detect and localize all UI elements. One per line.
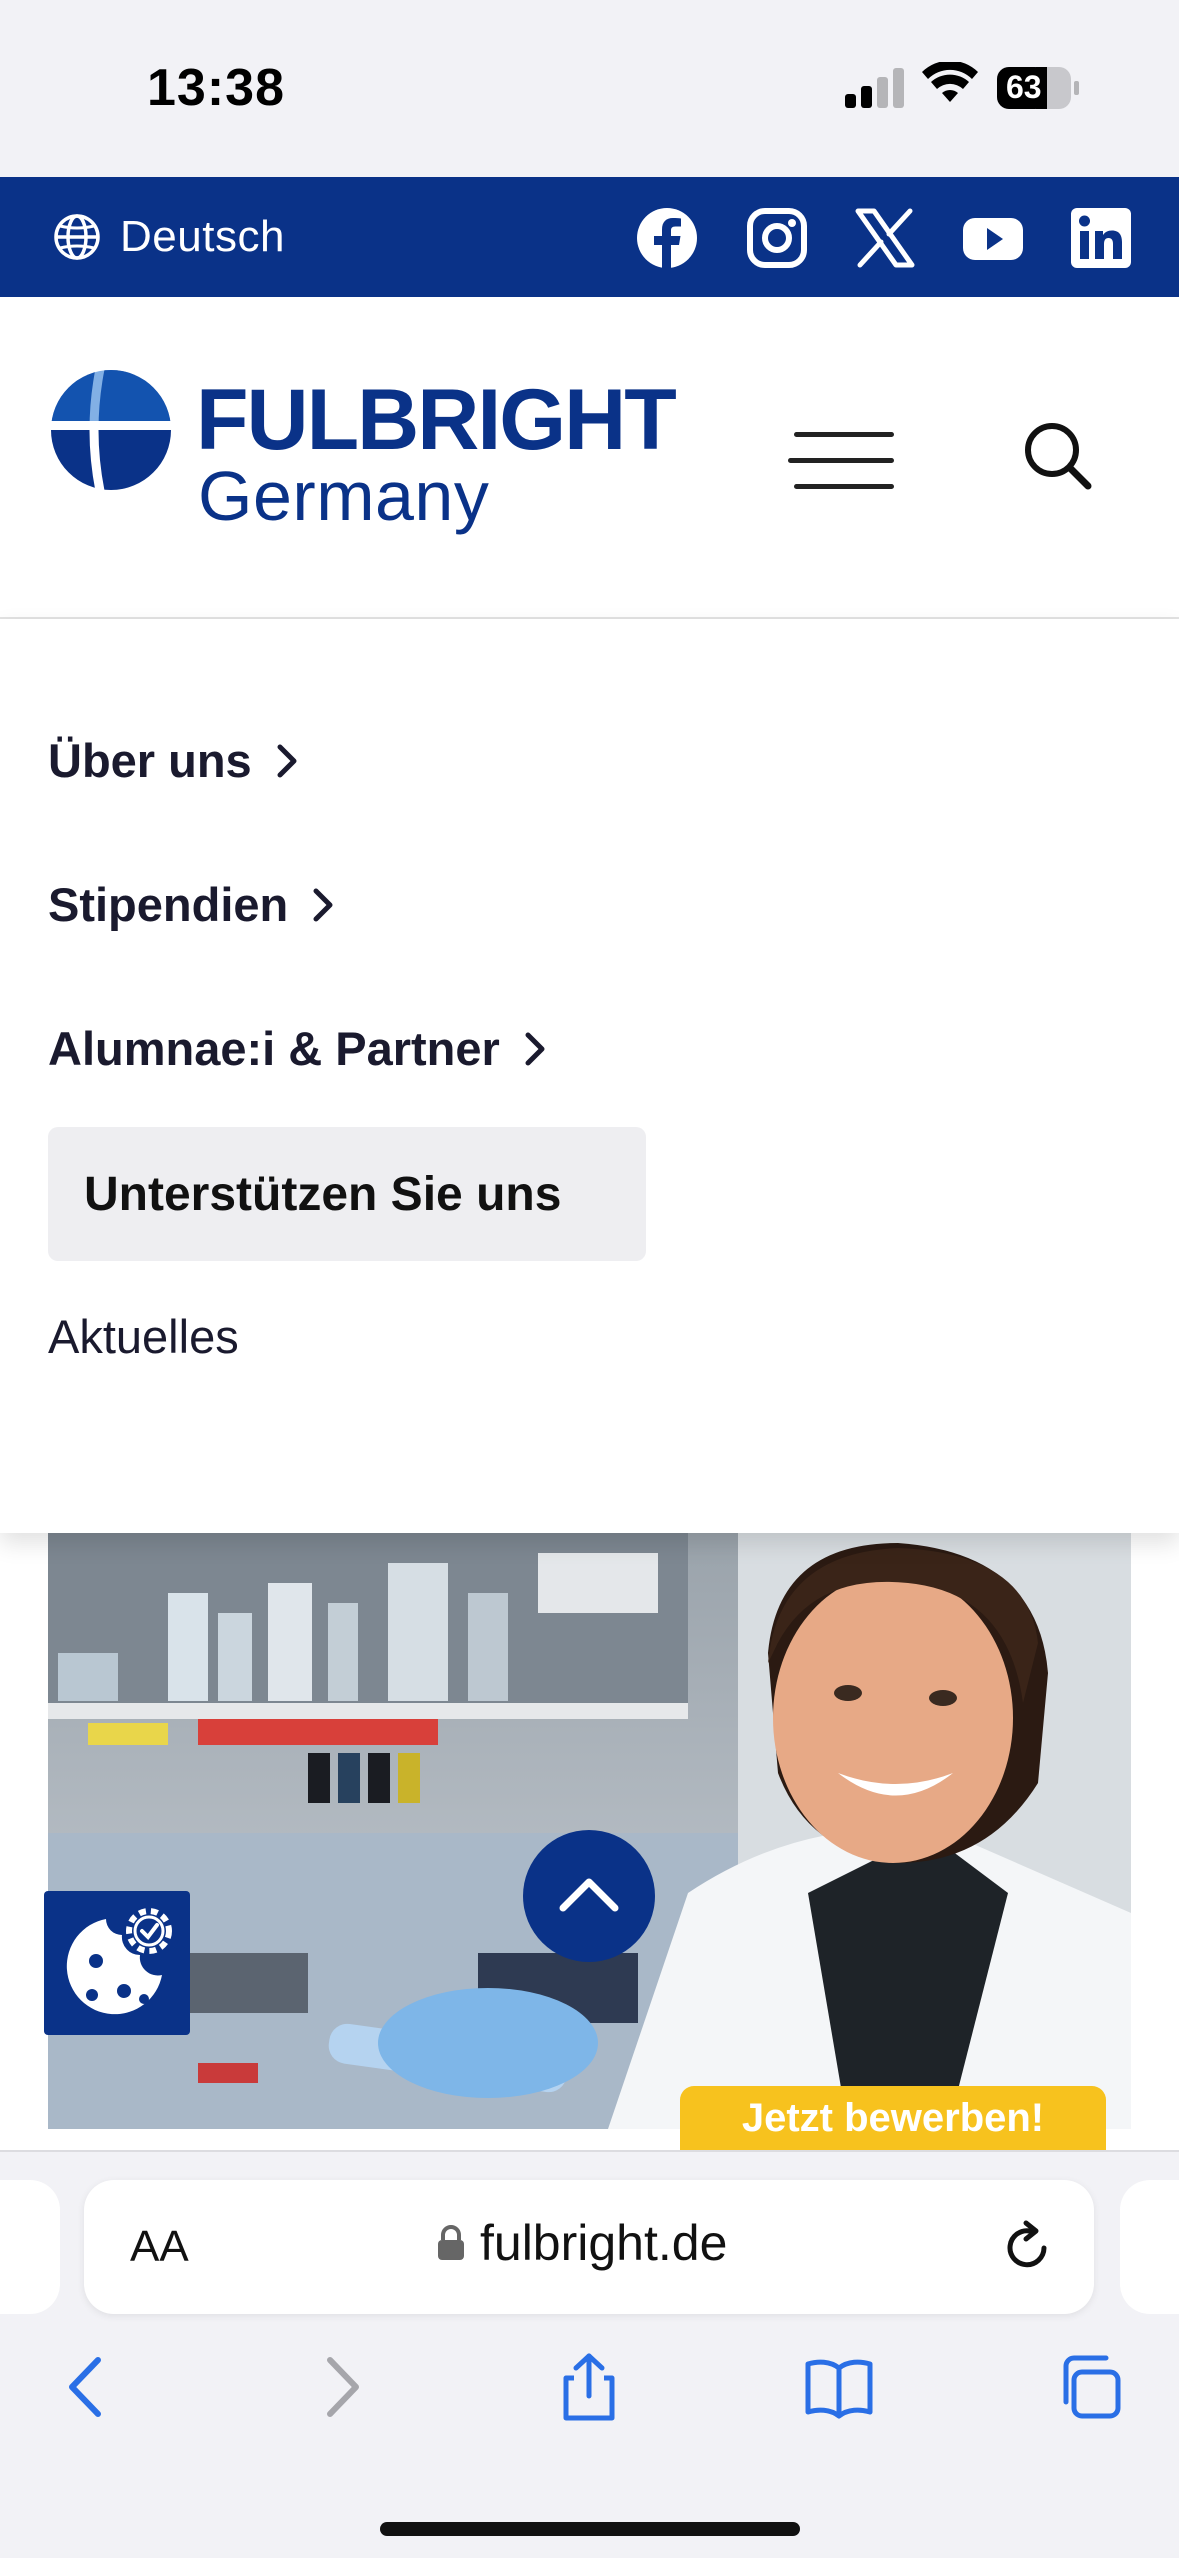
tabs-icon[interactable] — [1054, 2352, 1124, 2422]
menu-item-alumni-partner[interactable]: Alumnae:i & Partner — [48, 1021, 548, 1076]
logo-subline: Germany — [198, 457, 490, 535]
battery-level: 63 — [1006, 69, 1042, 105]
cookie-settings-icon — [66, 1908, 172, 2015]
menu-item-stipendien[interactable]: Stipendien — [48, 877, 336, 932]
youtube-icon[interactable] — [962, 207, 1024, 269]
browser-toolbar: AA fulbright.de — [0, 2150, 1179, 2558]
previous-tab-peek[interactable] — [0, 2180, 60, 2314]
globe-icon — [54, 214, 100, 260]
lock-icon — [438, 2225, 464, 2260]
scroll-to-top-button[interactable] — [523, 1830, 655, 1962]
back-icon[interactable] — [52, 2352, 122, 2422]
chevron-right-icon — [277, 744, 297, 777]
status-time: 13:38 — [147, 59, 285, 117]
search-icon[interactable] — [1024, 422, 1094, 492]
text-size-label: AA — [130, 2222, 189, 2271]
site-header: FULBRIGHT Germany — [0, 297, 1179, 619]
wifi-icon — [922, 62, 978, 102]
logo-wordmark: FULBRIGHT — [196, 372, 677, 468]
share-icon[interactable] — [554, 2352, 624, 2422]
menu-toggle-button[interactable] — [788, 432, 894, 494]
reload-icon[interactable] — [1000, 2220, 1054, 2274]
bookmarks-icon[interactable] — [804, 2352, 874, 2422]
x-icon[interactable] — [854, 207, 916, 269]
chevron-right-icon — [525, 1032, 545, 1065]
support-us-button[interactable]: Unterstützen Sie uns — [48, 1127, 646, 1261]
main-navigation-menu: Über uns Stipendien Alumnae:i & Partner … — [0, 619, 1179, 1533]
url-text: fulbright.de — [480, 2215, 728, 2271]
menu-item-ueber-uns[interactable]: Über uns — [48, 733, 300, 788]
forward-icon[interactable] — [306, 2352, 376, 2422]
linkedin-icon[interactable] — [1070, 207, 1132, 269]
chevron-right-icon — [313, 888, 333, 921]
menu-item-label: Über uns — [48, 734, 252, 787]
instagram-icon[interactable] — [746, 207, 808, 269]
language-label: Deutsch — [120, 212, 285, 261]
cellular-signal-icon — [845, 68, 904, 108]
menu-item-aktuelles[interactable]: Aktuelles — [48, 1309, 239, 1364]
menu-item-label: Stipendien — [48, 878, 289, 931]
facebook-icon[interactable] — [636, 207, 698, 269]
next-tab-peek[interactable] — [1120, 2180, 1179, 2314]
home-indicator[interactable] — [380, 2522, 800, 2536]
fulbright-globe-logo-icon[interactable] — [50, 369, 172, 491]
language-switcher[interactable]: Deutsch — [52, 211, 285, 263]
menu-item-label: Alumnae:i & Partner — [48, 1022, 500, 1075]
utility-bar: Deutsch — [0, 177, 1179, 297]
status-bar: 13:38 63 — [0, 0, 1179, 177]
address-bar[interactable]: AA fulbright.de — [84, 2180, 1094, 2314]
battery-icon: 63 — [996, 66, 1080, 110]
chevron-up-icon — [559, 1878, 619, 1912]
text-size-button[interactable]: AA — [130, 2222, 189, 2272]
cookie-settings-button[interactable] — [44, 1891, 190, 2035]
